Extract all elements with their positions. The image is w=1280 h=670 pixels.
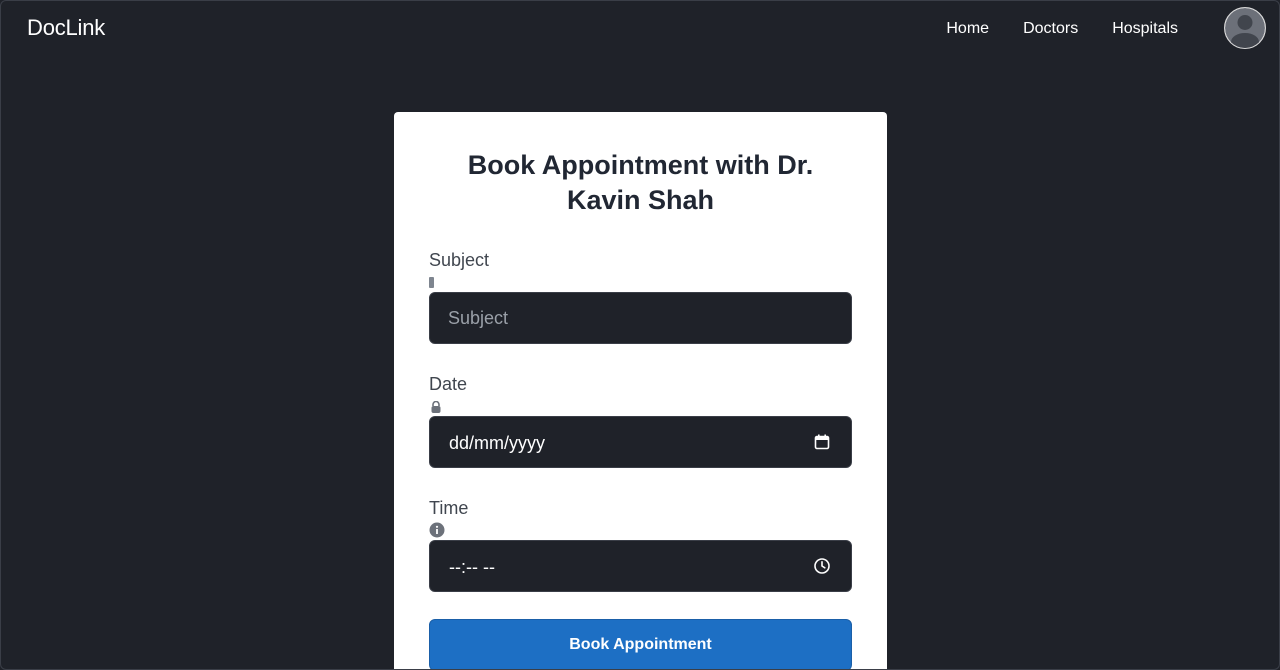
time-field[interactable]: --:-- --	[429, 540, 852, 592]
nav-link-home[interactable]: Home	[929, 18, 1006, 40]
text-cursor-icon	[429, 276, 852, 288]
appointment-card: Book Appointment with Dr. Kavin Shah Sub…	[394, 112, 887, 669]
nav-link-hospitals[interactable]: Hospitals	[1095, 18, 1195, 40]
subject-input[interactable]	[430, 293, 851, 343]
date-field[interactable]: dd/mm/yyyy	[429, 416, 852, 468]
time-input-value: --:-- --	[449, 557, 495, 577]
date-input-value: dd/mm/yyyy	[449, 433, 546, 453]
subject-label: Subject	[429, 250, 490, 270]
time-label: Time	[429, 498, 469, 518]
clock-icon[interactable]	[813, 557, 831, 575]
nav-links: Home Doctors Hospitals	[929, 18, 1195, 40]
lock-icon	[429, 400, 852, 413]
page-title: Book Appointment with Dr. Kavin Shah	[467, 150, 814, 215]
date-label: Date	[429, 374, 468, 394]
nav-link-doctors[interactable]: Doctors	[1006, 18, 1095, 40]
calendar-icon[interactable]	[813, 433, 831, 451]
user-avatar-icon[interactable]	[1224, 7, 1266, 49]
brand-logo[interactable]: DocLink	[27, 15, 105, 41]
navbar: DocLink Home Doctors Hospitals	[1, 1, 1279, 57]
subject-field-wrapper	[429, 292, 852, 344]
info-icon	[429, 522, 852, 538]
book-appointment-button[interactable]: Book Appointment	[429, 619, 852, 669]
app-window: DocLink Home Doctors Hospitals Book Appo…	[0, 0, 1280, 670]
